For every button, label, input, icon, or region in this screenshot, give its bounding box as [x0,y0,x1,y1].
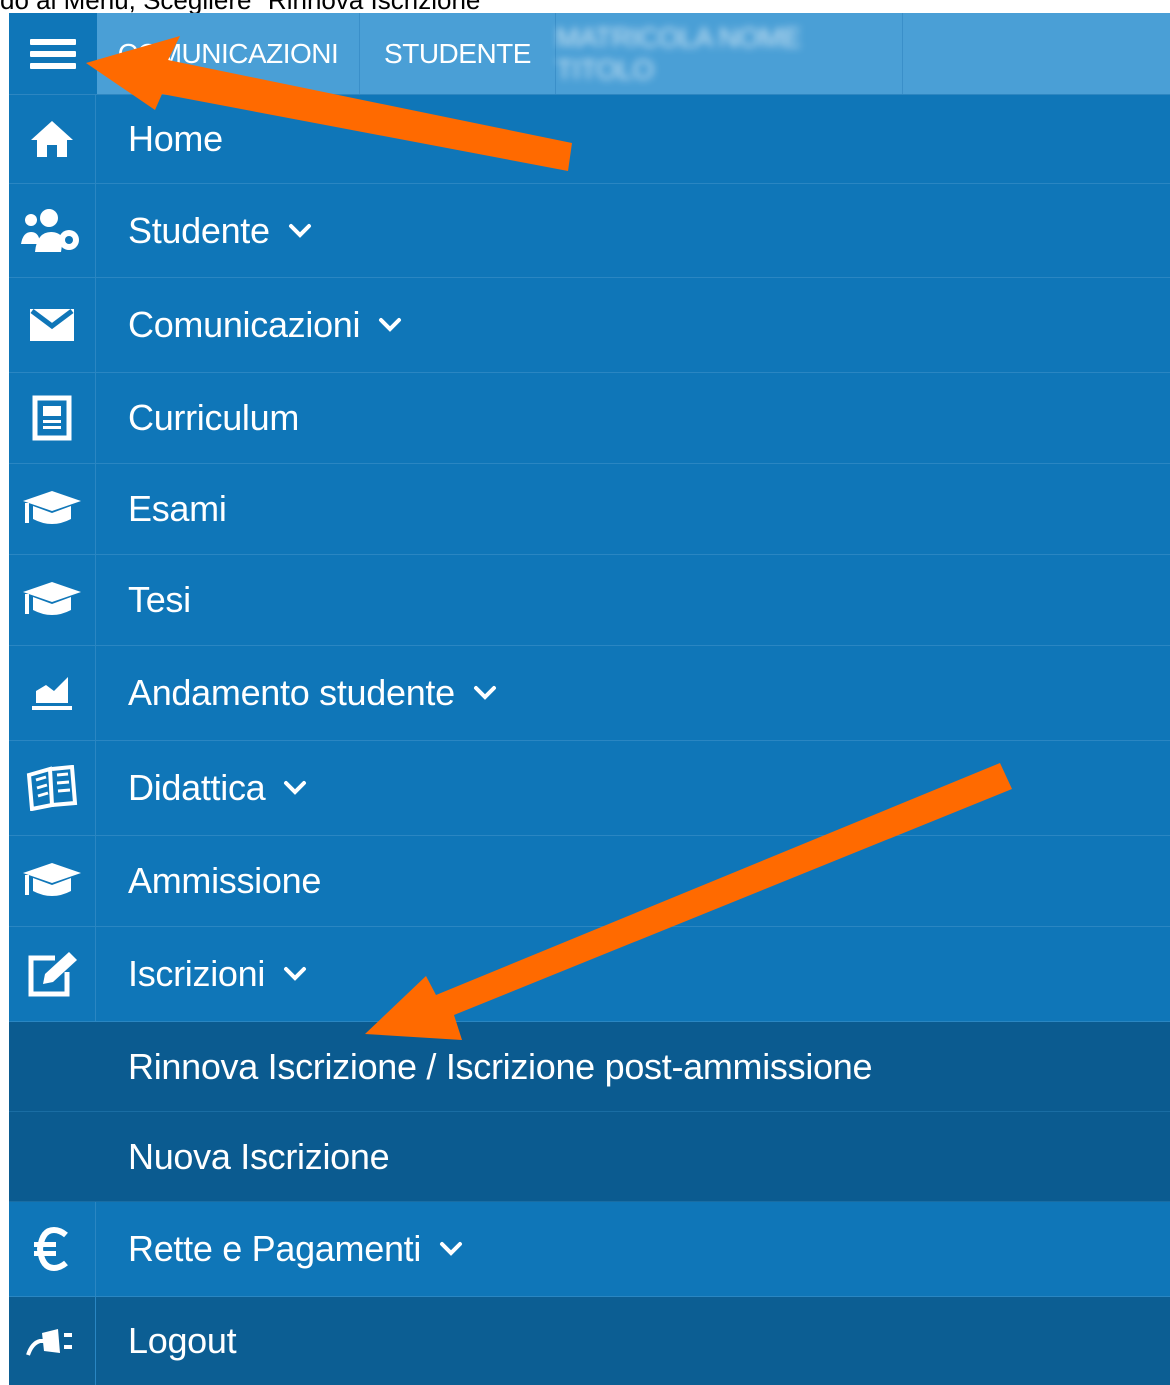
envelope-icon [9,278,96,372]
menu-item-rette-e-pagamenti[interactable]: Rette e Pagamenti [9,1202,1170,1297]
menu-item-didattica[interactable]: Didattica [9,741,1170,836]
plug-icon [9,1297,96,1385]
submenu-spacer [9,1022,95,1111]
menu-item-label: Studente [128,210,312,252]
menu-item-iscrizioni[interactable]: Iscrizioni [9,927,1170,1022]
menu-item-label: Didattica [128,767,307,809]
tab-label: COMUNICAZIONI [117,37,339,69]
menu-item-studente[interactable]: Studente [9,184,1170,278]
chevron-down-icon [284,967,307,981]
tab-user-info[interactable]: MATRICOLA NOME TITOLO [556,13,903,94]
sidebar-menu: Home Studente Comunicazioni Curriculum E… [9,95,1170,1385]
open-book-icon [9,741,96,835]
document-icon [9,373,96,463]
top-bar: COMUNICAZIONI STUDENTE MATRICOLA NOME TI… [9,13,1170,95]
users-gear-icon [9,184,96,277]
chevron-down-icon [284,781,307,795]
menu-item-logout[interactable]: Logout [9,1297,1170,1385]
submenu-spacer [9,1112,95,1201]
home-icon [9,95,96,183]
menu-item-label: Tesi [128,579,191,620]
menu-item-label: Rette e Pagamenti [128,1228,463,1270]
menu-item-tesi[interactable]: Tesi [9,555,1170,646]
menu-item-label: Andamento studente [128,672,497,714]
menu-item-label: Logout [128,1320,237,1361]
menu-item-text: Iscrizioni [128,953,266,994]
area-chart-icon [9,646,96,740]
menu-item-text: Studente [128,209,270,251]
hamburger-icon [30,33,76,75]
tab-comunicazioni[interactable]: COMUNICAZIONI [97,13,360,94]
edit-icon [9,927,96,1021]
menu-item-curriculum[interactable]: Curriculum [9,373,1170,464]
menu-item-label: Curriculum [128,397,300,438]
graduation-cap-icon [9,555,96,645]
menu-item-label: Esami [128,488,227,529]
chevron-down-icon [288,223,311,238]
instruction-caption: do al Menù, Scegliere "Rinnova Iscrizion… [0,0,490,15]
menu-item-label: Ammissione [128,860,322,901]
menu-item-label: Rinnova Iscrizione / Iscrizione post-amm… [128,1045,873,1087]
tab-label: STUDENTE [384,37,531,69]
sidebar-app: COMUNICAZIONI STUDENTE MATRICOLA NOME TI… [9,13,1170,1385]
menu-item-text: Didattica [128,767,266,808]
menu-item-text: Comunicazioni [128,304,361,345]
chevron-down-icon [440,1242,463,1256]
menu-item-text: Andamento studente [128,672,455,713]
submenu-item-rinnova-iscrizione[interactable]: Rinnova Iscrizione / Iscrizione post-amm… [9,1022,1170,1112]
chevron-down-icon [379,318,402,332]
euro-icon [9,1202,96,1296]
menu-item-ammissione[interactable]: Ammissione [9,836,1170,927]
submenu-item-nuova-iscrizione[interactable]: Nuova Iscrizione [9,1112,1170,1202]
menu-item-home[interactable]: Home [9,95,1170,184]
menu-item-comunicazioni[interactable]: Comunicazioni [9,278,1170,373]
tab-label-blurred: MATRICOLA NOME TITOLO [556,21,801,85]
menu-item-label: Nuova Iscrizione [128,1135,390,1177]
chevron-down-icon [473,686,496,700]
hamburger-menu-button[interactable] [9,13,97,94]
tab-studente[interactable]: STUDENTE [360,13,556,94]
menu-item-label: Comunicazioni [128,304,402,346]
menu-item-andamento-studente[interactable]: Andamento studente [9,646,1170,741]
menu-item-label: Home [128,118,223,159]
menu-item-text: Rette e Pagamenti [128,1228,422,1269]
graduation-cap-icon [9,464,96,554]
menu-item-label: Iscrizioni [128,953,307,995]
menu-item-esami[interactable]: Esami [9,464,1170,555]
graduation-cap-icon [9,836,96,926]
